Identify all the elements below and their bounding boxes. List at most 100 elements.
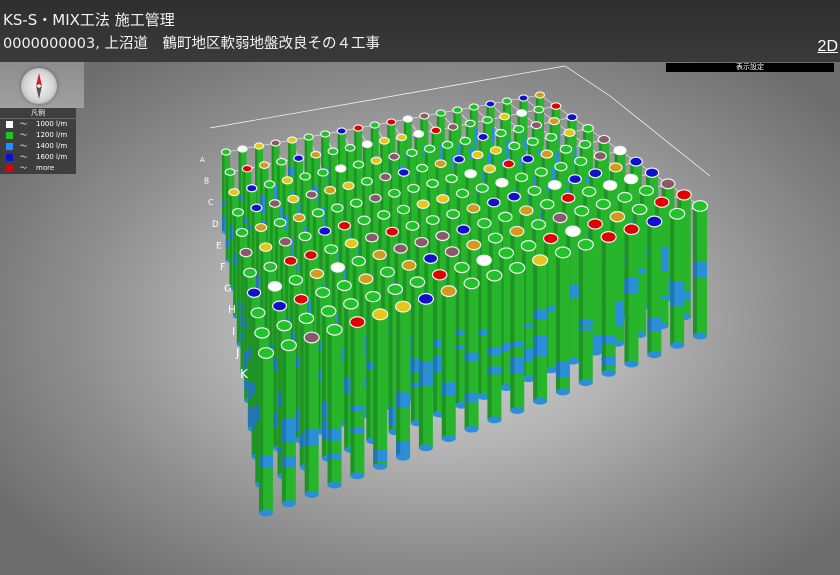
pile-base xyxy=(304,490,319,498)
pile-shade xyxy=(273,306,278,449)
pile-column[interactable] xyxy=(691,200,709,340)
pile-cap xyxy=(609,210,626,223)
pile-cap xyxy=(288,274,304,286)
pile-column[interactable] xyxy=(669,207,686,349)
pile-cap xyxy=(253,142,265,150)
pile-cap xyxy=(613,145,627,156)
pile-shade xyxy=(647,221,652,355)
pile-cap xyxy=(453,154,466,164)
pile-columns xyxy=(220,91,709,517)
pile-shade xyxy=(533,260,538,402)
pile-cap xyxy=(280,339,297,352)
pile-column[interactable] xyxy=(372,308,389,470)
pile-cap xyxy=(369,121,380,129)
pile-base xyxy=(441,434,456,442)
row-label: H xyxy=(228,304,236,316)
pile-column[interactable] xyxy=(257,347,275,517)
pile-cap xyxy=(397,168,410,177)
pile-column[interactable] xyxy=(326,323,343,489)
pile-column[interactable] xyxy=(600,231,617,377)
pile-column[interactable] xyxy=(440,285,457,442)
pile-cap xyxy=(581,123,594,133)
pile-cap xyxy=(263,180,276,189)
pile-shade xyxy=(487,275,492,420)
pile-cap xyxy=(344,143,356,152)
pile-cap xyxy=(283,255,298,266)
pile-shade xyxy=(321,311,326,459)
pile-cap xyxy=(276,157,287,166)
pile-cap xyxy=(476,254,492,266)
pile-cap xyxy=(566,113,578,122)
pile-cap xyxy=(298,312,315,325)
pile-column[interactable] xyxy=(303,331,320,498)
pile-cap xyxy=(385,226,400,237)
pile-shade xyxy=(255,332,260,485)
pile-cap xyxy=(254,222,268,233)
pile-cap xyxy=(587,218,603,230)
pile-column[interactable] xyxy=(509,261,526,415)
pile-cap xyxy=(287,136,298,144)
pile-cap xyxy=(563,128,576,138)
pile-cap xyxy=(435,109,446,117)
pile-cap xyxy=(401,259,417,271)
pile-base xyxy=(487,416,502,424)
pile-base xyxy=(624,360,639,368)
pile-cap xyxy=(364,232,379,243)
pile-cap xyxy=(568,174,582,185)
pile-base xyxy=(373,462,388,470)
pile-shade xyxy=(350,322,355,476)
pile-cap xyxy=(464,169,477,179)
pile-column[interactable] xyxy=(646,215,663,359)
pile-column[interactable] xyxy=(417,292,434,452)
pile-cap xyxy=(581,186,597,197)
pile-column[interactable] xyxy=(532,254,549,405)
pile-base xyxy=(670,341,685,349)
pile-column[interactable] xyxy=(577,238,594,387)
pile-cap xyxy=(548,117,560,126)
pile-cap xyxy=(320,130,331,138)
pile-column[interactable] xyxy=(394,300,412,461)
pile-column[interactable] xyxy=(486,269,503,424)
pile-cap xyxy=(477,132,489,142)
pile-base xyxy=(464,425,479,433)
pile-cap xyxy=(578,139,592,149)
pile-base xyxy=(281,500,296,508)
pile-cap xyxy=(372,308,389,321)
pile-cap xyxy=(246,184,258,193)
pile-cap xyxy=(320,305,337,317)
pile-cap xyxy=(267,281,283,292)
pile-cap xyxy=(309,268,325,279)
pile-cap xyxy=(299,172,311,181)
pile-cap xyxy=(330,262,345,273)
pile-cap xyxy=(489,146,502,155)
pile-base xyxy=(418,444,433,452)
pile-cap xyxy=(379,266,395,278)
pile-cap xyxy=(507,191,522,202)
pile-3d-view[interactable]: A B C D E F G H I J K xyxy=(0,0,840,575)
pile-cap xyxy=(342,181,355,191)
pile-cap xyxy=(623,223,640,236)
pile-cap xyxy=(595,198,611,210)
pile-column[interactable] xyxy=(554,246,572,396)
pile-column[interactable] xyxy=(349,316,366,480)
pile-cap xyxy=(369,193,382,203)
pile-cap xyxy=(631,203,648,216)
pile-cap xyxy=(335,164,347,173)
pile-shade xyxy=(432,274,438,415)
pile-cap xyxy=(512,124,525,134)
pile-cap xyxy=(455,188,470,199)
pile-cap xyxy=(379,136,390,145)
pile-base xyxy=(510,407,525,415)
pile-cap xyxy=(396,133,407,142)
pile-cap xyxy=(263,261,278,272)
pile-cap xyxy=(344,238,359,249)
pile-column[interactable] xyxy=(463,277,480,433)
pile-cap xyxy=(281,176,294,185)
pile-base xyxy=(578,379,593,387)
pile-cap xyxy=(435,230,450,242)
row-label: F xyxy=(220,262,225,273)
pile-column[interactable] xyxy=(623,223,640,368)
pile-column[interactable] xyxy=(280,339,297,508)
pile-base xyxy=(259,509,273,517)
pile-base xyxy=(693,332,707,340)
